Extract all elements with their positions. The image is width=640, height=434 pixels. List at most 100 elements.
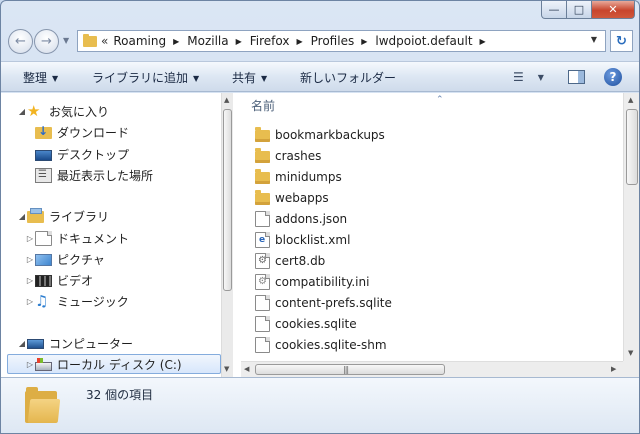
tree-item-computer[interactable]: ◢ コンピューター	[17, 333, 133, 353]
documents-icon	[35, 230, 52, 246]
tree-collapsed-icon[interactable]: ▷	[25, 234, 35, 243]
scroll-up-icon[interactable]: ▲	[224, 96, 229, 104]
scroll-down-icon[interactable]: ▼	[628, 349, 633, 357]
scrollbar-thumb[interactable]	[626, 109, 638, 185]
organize-button[interactable]: 整理 ▼	[23, 69, 58, 86]
list-item[interactable]: cookies.sqlite-shm	[255, 334, 387, 355]
forward-button[interactable]: →	[34, 29, 59, 54]
tree-item-desktop[interactable]: デスクトップ	[35, 144, 129, 164]
tree-expanded-icon[interactable]: ◢	[17, 339, 27, 348]
list-item[interactable]: addons.json	[255, 208, 347, 229]
chevron-right-icon[interactable]: ▶	[236, 37, 242, 46]
address-history-dropdown[interactable]: ▼	[591, 35, 597, 44]
tree-expanded-icon[interactable]: ◢	[17, 212, 27, 221]
navigation-pane-scrollbar[interactable]: ▲ ▼	[221, 93, 233, 377]
list-item-label: compatibility.ini	[275, 274, 370, 289]
maximize-button[interactable]: □	[567, 1, 592, 19]
change-view-button[interactable]: ☰ ▼	[513, 70, 544, 84]
scrollbar-corner	[623, 361, 639, 377]
download-folder-icon	[35, 124, 52, 139]
tree-item-label: ピクチャ	[57, 252, 105, 267]
content-area: ◢ ★ お気に入り ダウンロード デスクトップ 最近表示した場所 ◢ ライブラリ	[1, 93, 639, 377]
list-item[interactable]: minidumps	[255, 166, 342, 187]
file-list-vertical-scrollbar[interactable]: ▲ ▼	[623, 93, 639, 361]
breadcrumb-profiles[interactable]: Profiles	[311, 34, 355, 48]
navigation-pane[interactable]: ◢ ★ お気に入り ダウンロード デスクトップ 最近表示した場所 ◢ ライブラリ	[1, 93, 221, 377]
tree-item-music[interactable]: ▷ ♫ ミュージック	[25, 291, 129, 311]
scroll-right-icon[interactable]: ▶	[611, 365, 616, 373]
pane-splitter[interactable]	[233, 93, 241, 377]
list-item[interactable]: bookmarkbackups	[255, 124, 385, 145]
help-button[interactable]: ?	[604, 68, 622, 86]
breadcrumb-roaming[interactable]: Roaming	[113, 34, 166, 48]
scroll-left-icon[interactable]: ◀	[244, 365, 249, 373]
add-to-library-button[interactable]: ライブラリに追加 ▼	[92, 69, 199, 86]
library-icon	[27, 208, 44, 223]
folder-icon	[255, 168, 270, 184]
tree-collapsed-icon[interactable]: ▷	[25, 276, 35, 285]
tree-collapsed-icon[interactable]: ▷	[25, 297, 35, 306]
list-item[interactable]: crashes	[255, 145, 321, 166]
list-item-label: cookies.sqlite-shm	[275, 337, 387, 352]
tree-item-documents[interactable]: ▷ ドキュメント	[25, 228, 129, 248]
arrow-left-icon: ←	[15, 34, 26, 49]
scrollbar-thumb[interactable]	[223, 109, 232, 291]
tree-collapsed-icon[interactable]: ▷	[25, 360, 35, 369]
list-item[interactable]: content-prefs.sqlite	[255, 292, 392, 313]
document-icon	[255, 315, 270, 332]
chevron-right-icon[interactable]: ▶	[361, 37, 367, 46]
address-bar[interactable]: « Roaming ▶ Mozilla ▶ Firefox ▶ Profiles…	[77, 30, 606, 52]
tree-item-recent-places[interactable]: 最近表示した場所	[35, 165, 153, 185]
preview-pane-button[interactable]	[568, 70, 585, 84]
back-button[interactable]: ←	[8, 29, 33, 54]
tree-item-pictures[interactable]: ▷ ピクチャ	[25, 249, 105, 269]
tree-expanded-icon[interactable]: ◢	[17, 107, 27, 116]
tree-item-favorites[interactable]: ◢ ★ お気に入り	[17, 101, 109, 121]
chevron-down-icon: ▼	[261, 74, 268, 83]
scroll-up-icon[interactable]: ▲	[628, 96, 633, 104]
scroll-down-icon[interactable]: ▼	[224, 365, 229, 373]
arrow-right-icon: →	[41, 34, 52, 49]
music-note-icon: ♫	[35, 291, 49, 310]
tree-item-local-disk-c[interactable]: ▷ ローカル ディスク (C:)	[7, 354, 221, 374]
recent-pages-dropdown[interactable]: ▼	[63, 36, 69, 45]
tree-item-videos[interactable]: ▷ ビデオ	[25, 270, 93, 290]
tree-collapsed-icon[interactable]: ▷	[25, 255, 35, 264]
file-list-horizontal-scrollbar[interactable]: ◀ ||| ▶	[241, 361, 623, 377]
scrollbar-thumb[interactable]: |||	[255, 364, 445, 375]
list-item[interactable]: cert8.db	[255, 250, 325, 271]
tree-item-label: ライブラリ	[49, 209, 110, 224]
file-list[interactable]: 名前 ⌃ bookmarkbackups crashes minidumps weba…	[241, 93, 623, 361]
tree-item-downloads[interactable]: ダウンロード	[35, 122, 129, 142]
list-item-label: webapps	[275, 190, 329, 205]
chevron-right-icon[interactable]: ▶	[173, 37, 179, 46]
new-folder-button[interactable]: 新しいフォルダー	[300, 69, 396, 86]
folder-icon	[255, 126, 270, 142]
breadcrumb-firefox[interactable]: Firefox	[250, 34, 290, 48]
chevron-right-icon[interactable]: ▶	[480, 37, 486, 46]
document-icon	[255, 294, 270, 311]
breadcrumb-mozilla[interactable]: Mozilla	[187, 34, 228, 48]
tree-item-label: デスクトップ	[57, 147, 130, 162]
chevron-right-icon[interactable]: ▶	[296, 37, 302, 46]
minimize-button[interactable]: —	[541, 1, 567, 19]
grip-icon: |||	[343, 365, 349, 374]
breadcrumb-profile-folder[interactable]: lwdpoiot.default	[375, 34, 472, 48]
command-bar: 整理 ▼ ライブラリに追加 ▼ 共有 ▼ 新しいフォルダー ☰ ▼ ?	[1, 61, 639, 92]
column-header-label: 名前	[251, 99, 276, 113]
desktop-icon	[35, 149, 52, 161]
list-item-label: bookmarkbackups	[275, 127, 385, 142]
list-item[interactable]: webapps	[255, 187, 329, 208]
folder-icon	[25, 387, 61, 423]
folder-icon	[255, 147, 270, 163]
list-item[interactable]: cookies.sqlite	[255, 313, 357, 334]
breadcrumb-overflow[interactable]: «	[101, 34, 108, 48]
tree-item-libraries[interactable]: ◢ ライブラリ	[17, 206, 109, 226]
list-item-label: cert8.db	[275, 253, 326, 268]
refresh-button[interactable]: ↻	[610, 30, 633, 52]
list-item[interactable]: compatibility.ini	[255, 271, 369, 292]
close-button[interactable]: ✕	[592, 1, 635, 19]
share-button[interactable]: 共有 ▼	[232, 69, 267, 86]
column-header-name[interactable]: 名前 ⌃	[251, 95, 444, 114]
list-item[interactable]: blocklist.xml	[255, 229, 350, 250]
